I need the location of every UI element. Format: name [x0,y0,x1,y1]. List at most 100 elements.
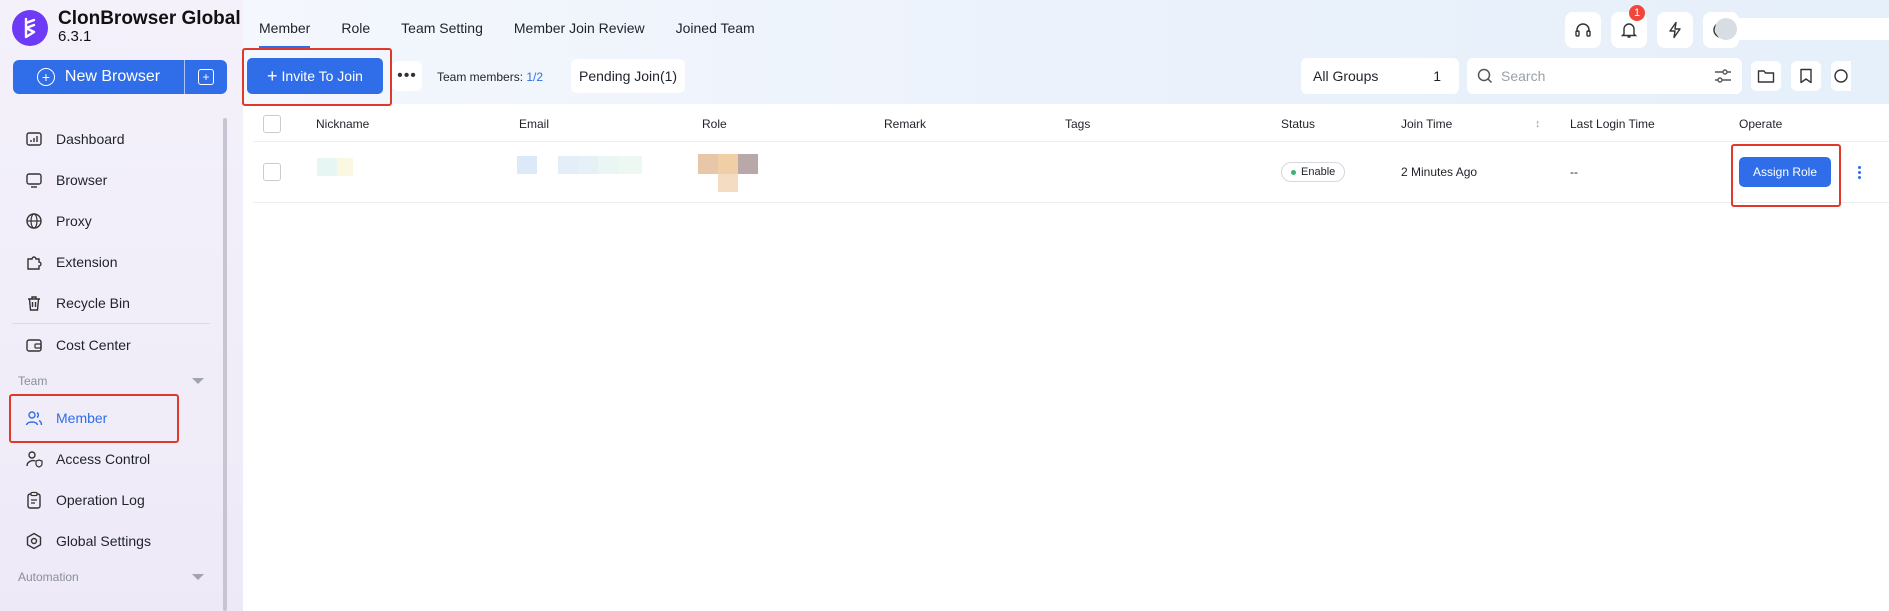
new-browser-label: New Browser [64,68,161,85]
search-input[interactable] [1501,68,1714,84]
tab-member[interactable]: Member [259,20,311,48]
sidebar-item-member[interactable]: Member [0,397,222,438]
row-checkbox[interactable] [263,163,281,181]
sidebar-item-operation-log[interactable]: Operation Log [0,479,222,520]
notification-button[interactable]: 1 [1611,5,1647,48]
headset-button[interactable] [1565,12,1601,48]
search-box [1467,58,1742,94]
notification-badge: 1 [1629,5,1645,21]
invite-label: Invite To Join [281,68,363,84]
sidebar-item-browser[interactable]: Browser [0,159,222,200]
pending-label: Pending Join(1) [579,68,678,84]
member-table: Nickname Email Role Remark Tags Status J… [253,106,1889,203]
chevron-down-icon [192,574,204,580]
user-account-area[interactable] [1739,18,1889,40]
sidebar-item-global-settings[interactable]: Global Settings [0,520,222,561]
header-join-time[interactable]: Join Time [1401,117,1452,131]
ellipsis-icon: ••• [397,67,417,84]
top-icons: 1 [1555,5,1739,48]
sidebar-item-label: Operation Log [56,491,145,508]
refresh-icon [1834,69,1848,83]
sidebar-item-cost-center[interactable]: Cost Center [0,324,222,365]
toolbar: + Invite To Join ••• Team members: 1/2 P… [243,58,1889,104]
folder-button[interactable] [1751,61,1781,91]
sidebar-item-label: Proxy [56,212,92,229]
header-tags: Tags [1065,116,1091,131]
top-bar: Member Role Team Setting Member Join Rev… [243,0,1889,58]
team-members-value[interactable]: 1/2 [526,70,543,84]
tab-joined-team[interactable]: Joined Team [676,20,755,48]
lightning-button[interactable] [1657,12,1693,48]
header-email: Email [519,116,550,131]
tab-role[interactable]: Role [341,20,370,48]
sidebar-item-label: Access Control [56,450,151,467]
assign-role-button[interactable]: Assign Role [1739,157,1831,187]
new-browser-group: + New Browser + [13,60,227,94]
user-shield-icon [24,449,44,469]
tab-member-join-review[interactable]: Member Join Review [514,20,645,48]
sidebar-item-proxy[interactable]: Proxy [0,200,222,241]
headset-icon [1575,23,1591,37]
email-redacted [618,156,642,174]
add-square-icon: + [198,69,214,85]
sidebar-item-label: Member [56,409,108,426]
header-last-login-time: Last Login Time [1570,116,1655,131]
sidebar-item-extension[interactable]: Extension [0,241,222,282]
email-redacted [598,156,618,174]
email-redacted [578,156,598,174]
team-members-label: Team members: [437,70,524,84]
row-more-icon[interactable] [1858,165,1861,180]
lightning-icon [1669,21,1681,39]
sidebar-item-label: Global Settings [56,532,151,549]
dashboard-icon [24,129,44,149]
role-redacted [698,154,718,174]
trash-icon [24,293,44,313]
sidebar-item-dashboard[interactable]: Dashboard [0,118,222,159]
clonbrowser-logo-icon [12,10,48,46]
header-status: Status [1281,116,1316,131]
group-selector[interactable]: All Groups 1 [1301,58,1459,94]
folder-icon [1757,70,1775,83]
sidebar-scrollbar[interactable] [223,118,227,611]
sidebar-item-label: Cost Center [56,336,131,353]
more-options-button[interactable]: ••• [392,61,422,91]
table-header: Nickname Email Role Remark Tags Status J… [253,106,1889,142]
sidebar-item-label: Dashboard [56,130,125,147]
globe-icon [24,211,44,231]
status-text: Enable [1301,166,1336,178]
browser-icon [24,170,44,190]
sidebar-nav: Dashboard Browser Proxy Extension Recycl… [0,118,222,593]
chevron-down-icon [192,378,204,384]
header-remark: Remark [884,116,927,131]
wallet-icon [24,335,44,355]
section-team[interactable]: Team [0,365,222,397]
sidebar-item-access-control[interactable]: Access Control [0,438,222,479]
header-role: Role [702,116,727,131]
sidebar-item-label: Browser [56,171,108,188]
header-operate: Operate [1739,116,1783,131]
section-automation[interactable]: Automation [0,561,222,593]
tab-team-setting[interactable]: Team Setting [401,20,483,48]
role-redacted [718,174,738,192]
select-all-checkbox[interactable] [263,114,281,133]
join-time: 2 Minutes Ago [1401,165,1478,179]
bookmark-icon [1800,68,1812,84]
gear-icon [24,531,44,551]
new-browser-button[interactable]: + New Browser [13,60,185,94]
plus-icon: + [267,66,278,86]
app-version: 6.3.1 [58,28,92,45]
search-icon [1477,68,1493,84]
filter-sliders-icon[interactable] [1714,68,1732,84]
refresh-button[interactable] [1831,61,1851,91]
app-name: ClonBrowser Global [58,8,241,29]
invite-to-join-button[interactable]: + Invite To Join [247,58,383,94]
sidebar-item-label: Recycle Bin [56,294,130,311]
pending-join-button[interactable]: Pending Join(1) [571,59,686,93]
sidebar-item-recycle-bin[interactable]: Recycle Bin [0,282,222,323]
new-browser-extra-button[interactable]: + [185,60,227,94]
bell-icon [1620,23,1638,38]
avatar[interactable] [1715,18,1737,40]
sort-icon[interactable]: ↕ [1535,118,1541,130]
header-nickname: Nickname [316,116,370,131]
bookmark-button[interactable] [1791,61,1821,91]
